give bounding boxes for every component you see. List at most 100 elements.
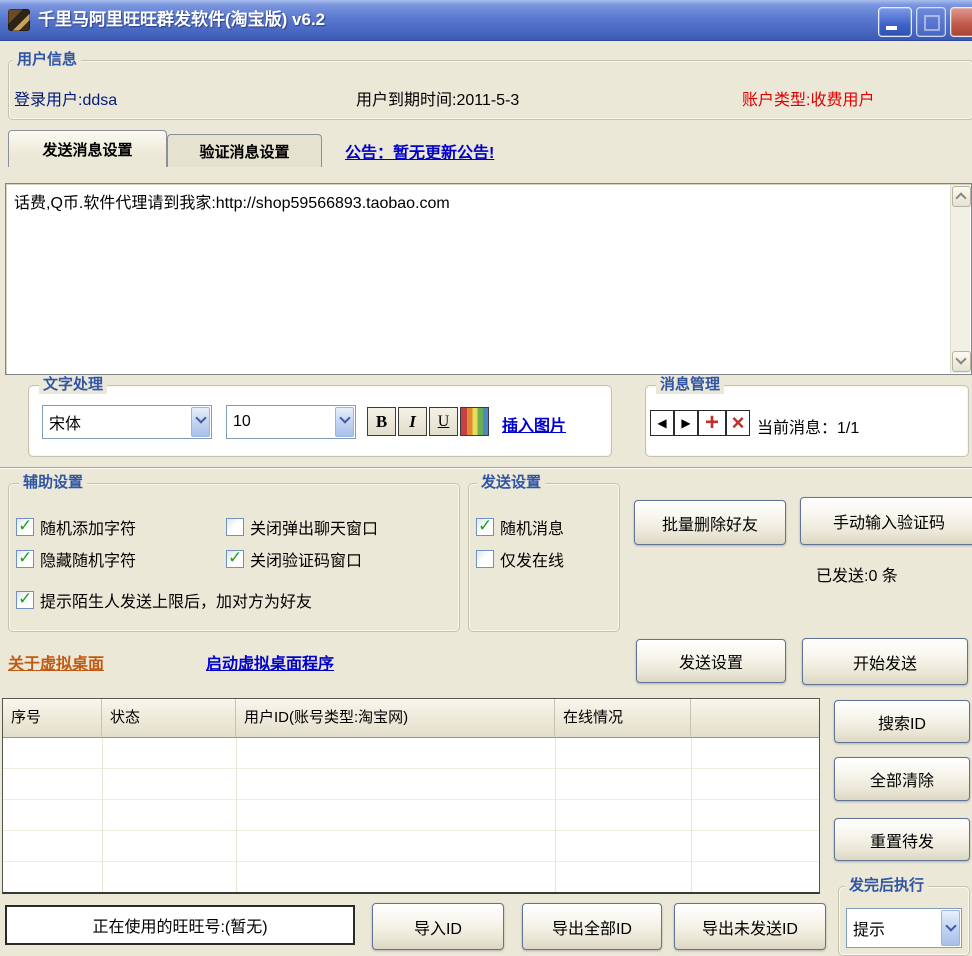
checkbox-label: 随机消息 xyxy=(500,515,564,539)
column-separator xyxy=(691,738,692,892)
add-message-button[interactable]: + xyxy=(698,410,726,436)
checkbox-online-only[interactable]: 仅发在线 xyxy=(476,547,564,571)
message-text: 话费,Q币.软件代理请到我家:http://shop59566893.taoba… xyxy=(14,189,945,213)
send-config-button[interactable]: 发送设置 xyxy=(636,639,786,683)
window-title: 千里马阿里旺旺群发软件(淘宝版) v6.2 xyxy=(38,0,325,40)
checkbox-box[interactable] xyxy=(226,518,244,536)
column-header-index[interactable]: 序号 xyxy=(3,699,102,738)
manual-captcha-button[interactable]: 手动输入验证码 xyxy=(800,497,972,545)
table-body xyxy=(3,738,819,892)
x-icon: × xyxy=(732,413,745,433)
chevron-down-icon[interactable] xyxy=(941,910,960,946)
after-send-value: 提示 xyxy=(853,909,885,947)
scrollbar-up-button[interactable] xyxy=(952,186,971,207)
checkbox-box[interactable] xyxy=(16,550,34,568)
chevron-up-icon xyxy=(955,192,966,203)
export-all-id-button[interactable]: 导出全部ID xyxy=(522,903,662,950)
account-type-text: 账户类型:收费用户 xyxy=(742,86,874,110)
column-separator xyxy=(102,738,103,892)
delete-message-button[interactable]: × xyxy=(726,410,750,436)
plus-icon: + xyxy=(705,413,719,433)
current-message-text: 当前消息：1/1 xyxy=(757,414,859,438)
arrow-left-icon: ◀ xyxy=(657,416,666,430)
checkbox-random-message[interactable]: 随机消息 xyxy=(476,515,564,539)
column-header-user-id[interactable]: 用户ID(账号类型:淘宝网) xyxy=(236,699,555,738)
checkbox-random-add-chars[interactable]: 随机添加字符 xyxy=(16,515,136,539)
start-send-button[interactable]: 开始发送 xyxy=(802,638,968,685)
expire-time-text: 用户到期时间:2011-5-3 xyxy=(356,86,519,110)
column-header-online[interactable]: 在线情况 xyxy=(555,699,691,738)
font-color-button[interactable] xyxy=(460,407,489,436)
table-row[interactable] xyxy=(3,738,819,769)
id-table: 序号 状态 用户ID(账号类型:淘宝网) 在线情况 xyxy=(2,698,820,894)
checkbox-box[interactable] xyxy=(476,550,494,568)
checkbox-box[interactable] xyxy=(476,518,494,536)
tab-send-message-settings[interactable]: 发送消息设置 xyxy=(8,130,167,167)
close-button[interactable] xyxy=(950,7,972,37)
table-row[interactable] xyxy=(3,831,819,862)
bold-button[interactable]: B xyxy=(367,407,396,436)
arrow-right-icon: ▶ xyxy=(681,416,690,430)
table-row[interactable] xyxy=(3,769,819,800)
launch-virtual-desktop-link[interactable]: 启动虚拟桌面程序 xyxy=(206,650,334,674)
batch-delete-friends-button[interactable]: 批量删除好友 xyxy=(634,500,786,545)
after-send-group-label: 发完后执行 xyxy=(845,877,928,895)
reset-pending-button[interactable]: 重置待发 xyxy=(834,818,970,861)
main-window: 千里马阿里旺旺群发软件(淘宝版) v6.2 用户信息 登录用户:ddsa 用户到… xyxy=(0,0,972,956)
underline-icon: U xyxy=(438,413,450,431)
user-info-group-label: 用户信息 xyxy=(13,51,81,69)
checkbox-box[interactable] xyxy=(226,550,244,568)
login-user-text: 登录用户:ddsa xyxy=(14,86,117,110)
tab-label: 发送消息设置 xyxy=(42,139,132,160)
scrollbar-down-button[interactable] xyxy=(952,351,971,372)
column-separator xyxy=(236,738,237,892)
chevron-down-icon[interactable] xyxy=(335,407,354,437)
chevron-down-icon xyxy=(955,353,966,364)
about-virtual-desktop-link[interactable]: 关于虚拟桌面 xyxy=(8,650,104,674)
checkbox-close-captcha-window[interactable]: 关闭验证码窗口 xyxy=(226,547,362,571)
checkbox-close-chat-popup[interactable]: 关闭弹出聊天窗口 xyxy=(226,515,378,539)
checkbox-label: 仅发在线 xyxy=(500,547,564,571)
send-settings-group-label: 发送设置 xyxy=(477,474,545,492)
maximize-button[interactable] xyxy=(916,7,946,37)
table-header-row: 序号 状态 用户ID(账号类型:淘宝网) 在线情况 xyxy=(3,699,819,738)
clear-all-button[interactable]: 全部清除 xyxy=(834,757,970,801)
font-size-select[interactable]: 10 xyxy=(226,405,356,439)
text-processing-group-label: 文字处理 xyxy=(39,376,107,394)
export-unsent-id-button[interactable]: 导出未发送ID xyxy=(674,903,826,950)
insert-image-link[interactable]: 插入图片 xyxy=(502,412,566,436)
section-divider xyxy=(0,467,972,469)
font-family-select[interactable]: 宋体 xyxy=(42,405,212,439)
table-row[interactable] xyxy=(3,862,819,893)
minimize-button[interactable] xyxy=(878,7,912,37)
tab-verify-message-settings[interactable]: 验证消息设置 xyxy=(167,134,322,167)
table-row[interactable] xyxy=(3,800,819,831)
font-family-value: 宋体 xyxy=(49,406,81,438)
import-id-button[interactable]: 导入ID xyxy=(372,903,504,950)
current-wangwang-field[interactable]: 正在使用的旺旺号:(暂无) xyxy=(5,905,355,945)
checkbox-box[interactable] xyxy=(16,518,34,536)
checkbox-label: 关闭验证码窗口 xyxy=(250,547,362,571)
underline-button[interactable]: U xyxy=(429,407,458,436)
after-send-select[interactable]: 提示 xyxy=(846,908,962,948)
checkbox-box[interactable] xyxy=(16,591,34,609)
column-separator xyxy=(555,738,556,892)
checkbox-stranger-limit-add-friend[interactable]: 提示陌生人发送上限后，加对方为好友 xyxy=(16,588,312,612)
column-header-empty[interactable] xyxy=(691,699,819,738)
chevron-down-icon[interactable] xyxy=(191,407,210,437)
message-textarea[interactable]: 话费,Q币.软件代理请到我家:http://shop59566893.taoba… xyxy=(5,183,972,375)
auxiliary-settings-group-label: 辅助设置 xyxy=(19,474,87,492)
column-header-status[interactable]: 状态 xyxy=(102,699,236,738)
search-id-button[interactable]: 搜索ID xyxy=(834,700,970,743)
checkbox-hide-random-chars[interactable]: 隐藏随机字符 xyxy=(16,547,136,571)
announcement-link[interactable]: 公告：暂无更新公告! xyxy=(345,139,494,163)
italic-button[interactable]: I xyxy=(398,407,427,436)
sent-count-text: 已发送:0 条 xyxy=(816,562,898,586)
app-icon xyxy=(8,9,30,31)
bold-icon: B xyxy=(376,412,387,432)
checkbox-label: 关闭弹出聊天窗口 xyxy=(250,515,378,539)
editor-scrollbar[interactable] xyxy=(950,185,970,373)
tab-label: 验证消息设置 xyxy=(199,141,289,162)
next-message-button[interactable]: ▶ xyxy=(674,410,698,436)
prev-message-button[interactable]: ◀ xyxy=(650,410,674,436)
